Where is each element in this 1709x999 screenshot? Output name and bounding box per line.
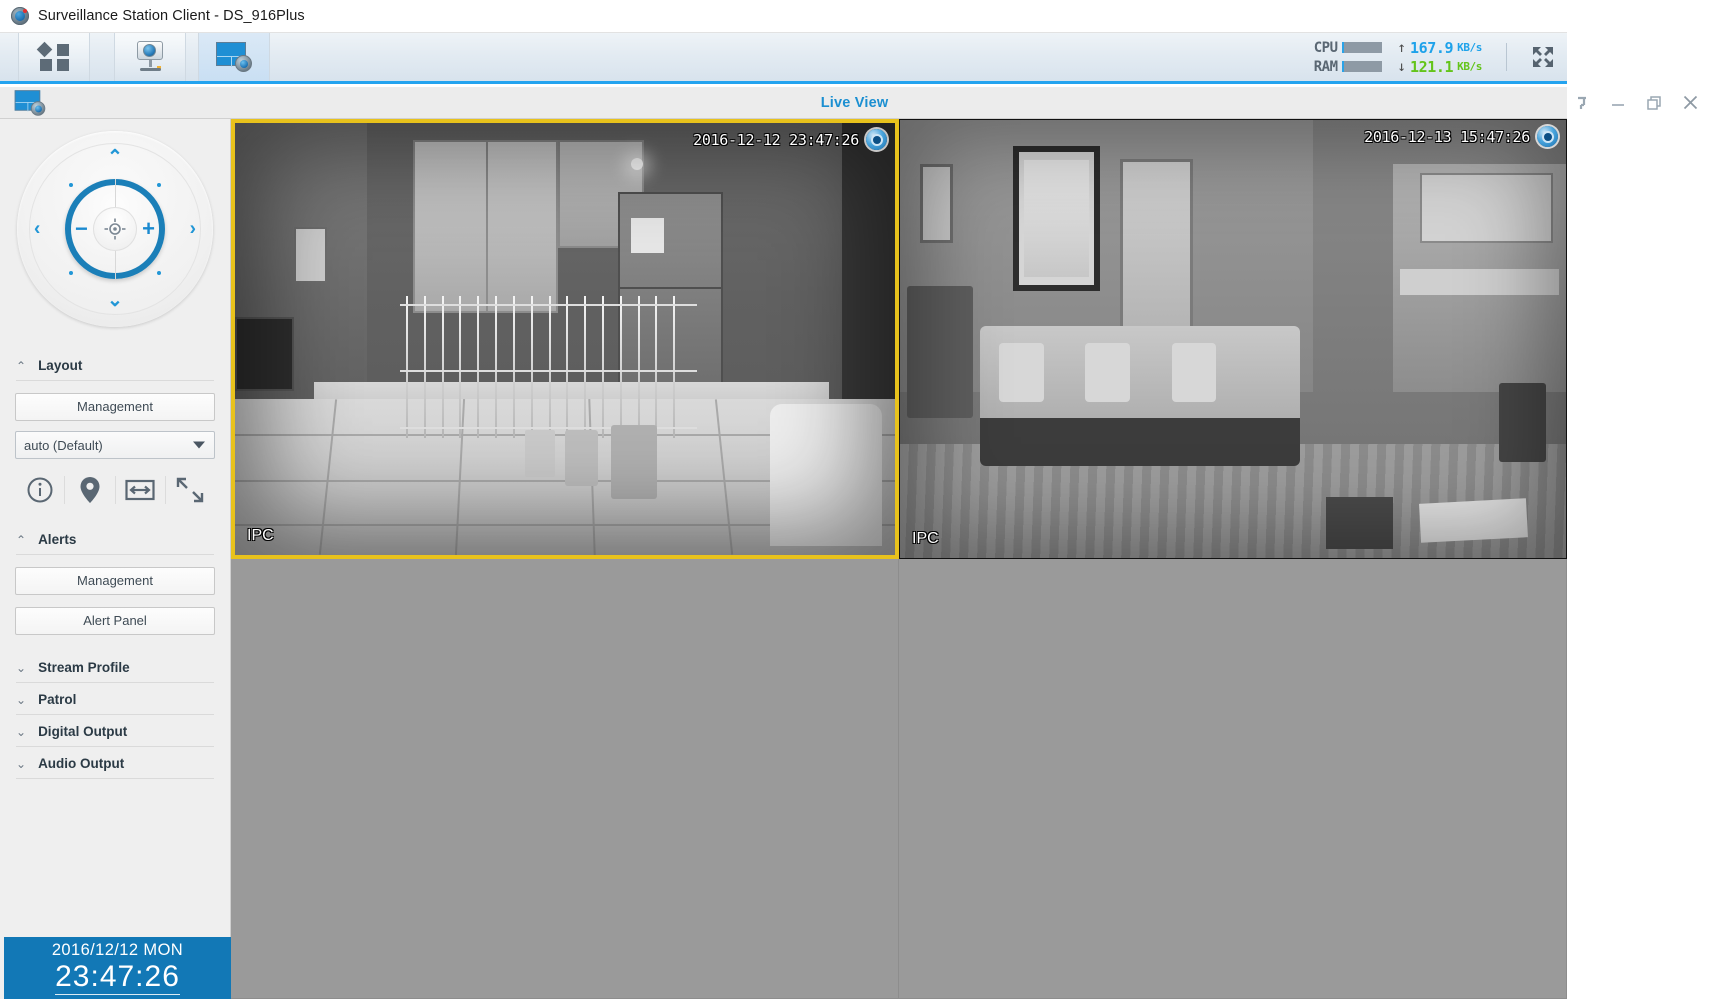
section-label-digital-output: Digital Output [38,724,128,739]
zoom-in-button[interactable]: + [142,218,155,240]
section-header-layout[interactable]: ⌃ Layout [16,351,214,381]
main-toolbar: CPU RAM ↑ 167.9 KB/s ↓ 121.1 KB/s [0,33,1709,84]
clock-time: 23:47:26 [55,960,180,995]
ptz-diag-dot [157,183,161,187]
alert-panel-button[interactable]: Alert Panel [15,607,215,635]
camera-tile-2[interactable]: 2016-12-13 15:47:26 IPC [899,119,1567,559]
panel-title: Live View [820,94,889,111]
upload-rate: 167.9 [1409,38,1454,57]
chevron-down-icon: ⌄ [16,660,27,675]
toolbar-tabs [0,33,282,81]
chevron-up-icon: ⌃ [16,358,27,373]
camera-label-1: IPC [247,527,274,544]
ram-label: RAM [1313,58,1338,75]
layout-select-value: auto (Default) [24,437,103,453]
live-view-panel-header: Live View [0,87,1709,119]
upload-unit: KB/s [1457,41,1482,54]
ptz-diag-dot [157,271,161,275]
tab-applications[interactable] [18,33,90,81]
info-icon[interactable] [15,476,66,504]
scene-living-room [900,120,1566,558]
scene-kitchen [235,123,895,555]
section-header-digital-output[interactable]: ⌄ Digital Output [16,717,214,747]
camera-status-icon[interactable] [1537,126,1558,147]
ptz-home-button[interactable] [93,207,137,251]
ptz-down-arrow[interactable]: ⌄ [107,291,123,310]
resource-meters: CPU RAM ↑ 167.9 KB/s ↓ 121.1 KB/s [1314,39,1492,76]
camera-tile-4[interactable] [899,559,1567,999]
zoom-out-button[interactable]: − [75,218,88,240]
camera-video-1: 2016-12-12 23:47:26 IPC [235,123,895,555]
tab-live-view[interactable] [198,33,270,81]
section-label-audio-output: Audio Output [38,756,125,771]
chevron-down-icon: ⌄ [16,724,27,739]
layout-icon-row [15,473,215,507]
ptz-joystick[interactable]: ⌃ ⌄ ‹ › − + [17,131,213,327]
fullscreen-button[interactable] [1521,37,1565,77]
ptz-diag-dot [69,183,73,187]
chevron-up-icon: ⌃ [16,532,27,547]
ram-meter-bar [1341,61,1382,72]
clock-widget: 2016/12/12 MON 23:47:26 [4,937,231,999]
camera-label-2: IPC [912,530,939,547]
camera-tile-3[interactable] [231,559,899,999]
toolbar-divider [1506,43,1507,71]
ptz-up-arrow[interactable]: ⌃ [107,148,123,167]
section-header-patrol[interactable]: ⌄ Patrol [16,685,214,715]
panel-window-controls [1573,94,1709,112]
panel-minimize-icon[interactable] [1609,94,1627,112]
section-header-stream-profile[interactable]: ⌄ Stream Profile [16,653,214,683]
title-bar: Surveillance Station Client - DS_916Plus [0,0,1709,33]
window-title: Surveillance Station Client - DS_916Plus [38,8,305,24]
video-grid: 2016-12-12 23:47:26 IPC 2016-12-13 15:47… [231,119,1567,999]
cpu-label: CPU [1313,39,1338,56]
ptz-right-arrow[interactable]: › [190,220,196,239]
layout-management-button[interactable]: Management [15,393,215,421]
section-label-layout: Layout [38,358,83,373]
chevron-down-icon: ⌄ [16,756,27,771]
cpu-meter-bar [1341,42,1382,53]
app-camera-eye-icon [11,7,29,25]
surveillance-station-window: Surveillance Station Client - DS_916Plus [0,0,1709,999]
camera-video-2: 2016-12-13 15:47:26 IPC [900,120,1566,558]
ptz-left-arrow[interactable]: ‹ [34,220,40,239]
download-arrow-icon: ↓ [1397,58,1406,75]
chevron-down-icon: ⌄ [16,692,27,707]
apps-grid-icon [36,41,69,72]
left-sidebar: ⌃ ⌄ ‹ › − + ⌃ Layout Management auto (De… [0,119,231,999]
tab-ip-camera[interactable] [114,33,186,81]
ptz-diag-dot [69,271,73,275]
chevron-down-icon [193,441,205,449]
expand-icon[interactable] [166,476,215,504]
alerts-management-button[interactable]: Management [15,567,215,595]
live-view-icon [216,42,252,72]
window-right-margin [1567,0,1709,999]
section-label-patrol: Patrol [38,692,77,707]
section-header-alerts[interactable]: ⌃ Alerts [16,525,214,555]
layout-select[interactable]: auto (Default) [15,431,215,459]
camera-timestamp-2: 2016-12-13 15:47:26 [1364,128,1530,146]
clock-date: 2016/12/12 MON [51,941,184,960]
upload-arrow-icon: ↑ [1397,39,1406,56]
download-rate: 121.1 [1409,57,1454,76]
panel-close-icon[interactable] [1681,94,1699,112]
section-label-stream-profile: Stream Profile [38,660,130,675]
section-label-alerts: Alerts [38,532,77,547]
fit-width-icon[interactable] [116,476,166,504]
camera-tile-1[interactable]: 2016-12-12 23:47:26 IPC [231,119,899,559]
network-rates: ↑ 167.9 KB/s ↓ 121.1 KB/s [1390,38,1483,76]
camera-timestamp-1: 2016-12-12 23:47:26 [693,131,859,149]
pin-icon[interactable] [1573,94,1591,112]
ip-camera-icon [133,41,167,73]
map-pin-icon[interactable] [65,476,116,504]
camera-status-icon[interactable] [866,129,887,150]
download-unit: KB/s [1457,60,1482,73]
panel-restore-icon[interactable] [1645,94,1663,112]
section-header-audio-output[interactable]: ⌄ Audio Output [16,749,214,779]
